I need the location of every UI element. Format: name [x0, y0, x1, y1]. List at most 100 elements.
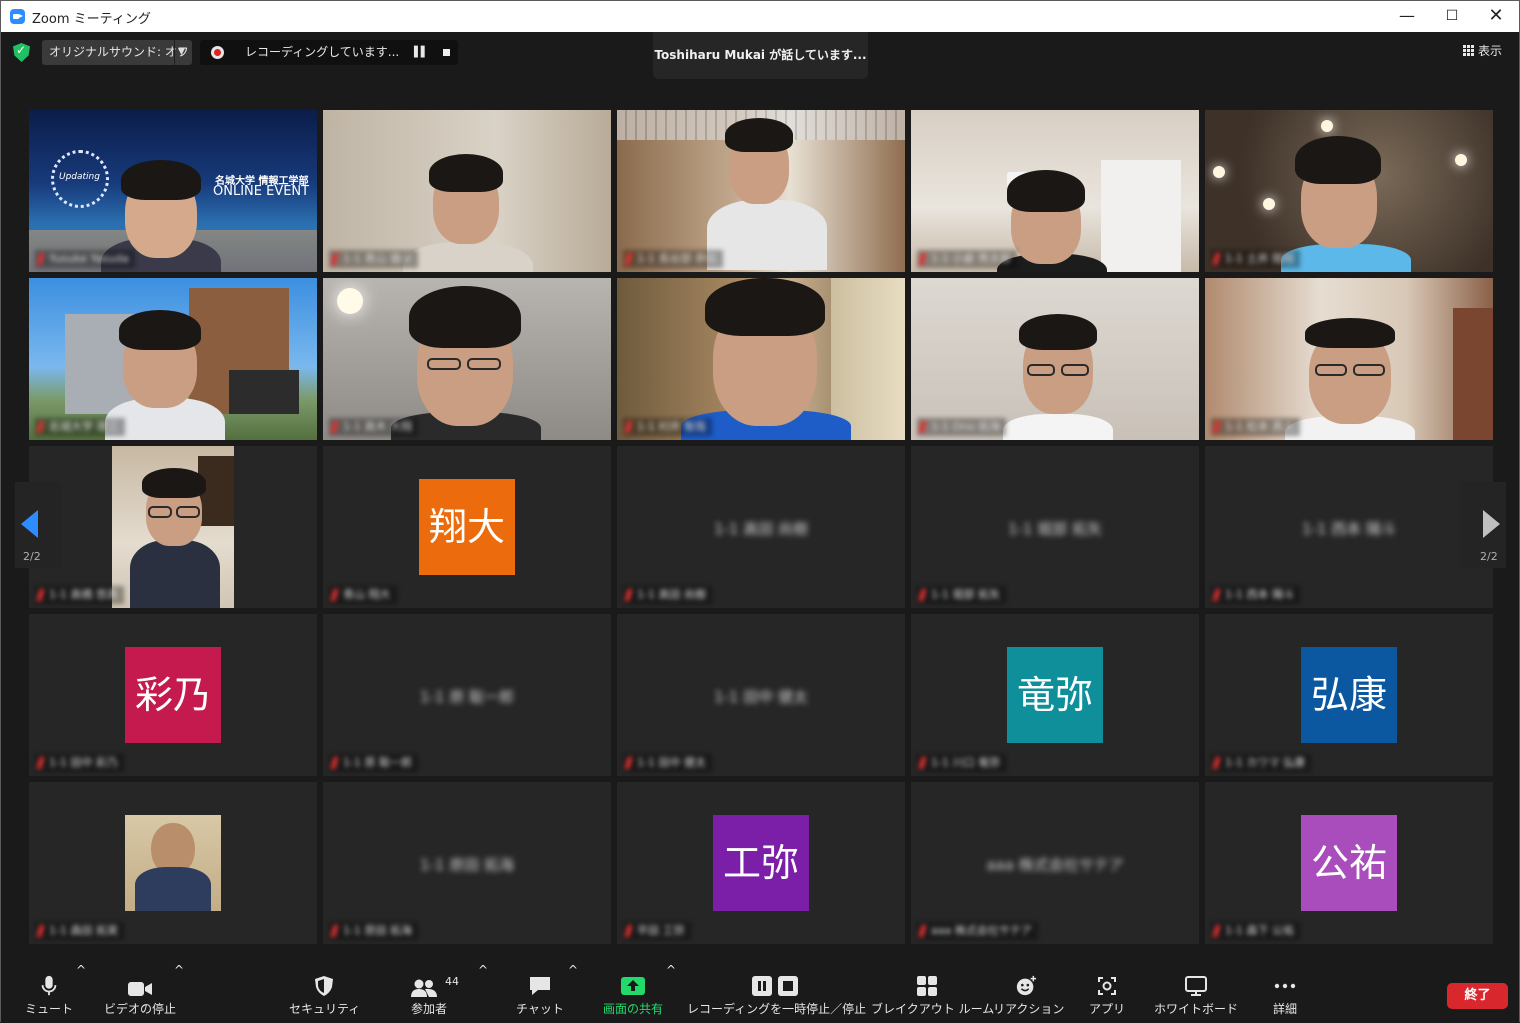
microphone-icon [41, 975, 57, 996]
share-screen-button[interactable]: 画面の共有 [597, 963, 669, 1022]
video-tile[interactable]: 1-1 西本 陽斗 1-1 西本 陽斗 [1205, 446, 1493, 608]
chevron-right-icon [1483, 510, 1500, 538]
participant-video [112, 446, 234, 608]
encryption-shield-icon[interactable] [13, 43, 30, 62]
participant-avatar: 翔大 [419, 479, 515, 575]
stop-video-label: ビデオの停止 [103, 1002, 176, 1016]
video-tile[interactable]: 1-1 高木 大翔 [323, 278, 611, 440]
video-tile[interactable]: 1-1 原田 拓海 1-1 原田 拓海 [323, 782, 611, 944]
pause-recording-icon[interactable]: ▌▌ [414, 40, 428, 65]
share-options-chevron-icon[interactable]: ^ [665, 963, 677, 1022]
apps-icon [1098, 977, 1116, 995]
security-button[interactable]: セキュリティ [289, 963, 360, 1022]
chat-label: チャット [516, 1002, 564, 1016]
logo-text: Updating [59, 172, 100, 182]
share-screen-label: 画面の共有 [602, 1002, 663, 1016]
video-tile[interactable]: 1-1 村井 智哉 [617, 278, 905, 440]
participant-name-center: 1-1 高田 尚樹 [713, 520, 809, 538]
chat-bubble-icon [530, 977, 550, 995]
video-feed [323, 278, 611, 440]
breakout-rooms-button[interactable]: ブレイクアウト ルーム [871, 963, 994, 1022]
grid-icon [1463, 45, 1474, 56]
participant-name: 1-1 堀部 拓矢 [917, 586, 1006, 604]
pause-stop-recording-button[interactable]: レコーディングを一時停止／停止 [687, 963, 866, 1022]
end-meeting-button[interactable]: 終了 [1447, 983, 1508, 1009]
participants-options-chevron-icon[interactable]: ^ [477, 963, 489, 1022]
video-tile[interactable]: 1-1 原 聡一郎 1-1 原 聡一郎 [323, 614, 611, 776]
view-button[interactable]: 表示 [1463, 42, 1502, 59]
video-tile[interactable]: 1-1 松本 真人 [1205, 278, 1493, 440]
whiteboard-label: ホワイトボード [1153, 1002, 1238, 1016]
mute-button[interactable]: ミュート [21, 963, 77, 1022]
video-camera-icon [128, 982, 152, 996]
participant-name-center: 1-1 西本 陽斗 [1301, 520, 1397, 538]
video-options-chevron-icon[interactable]: ^ [173, 963, 185, 1022]
video-tile[interactable]: 彩乃 1-1 田中 彩乃 [29, 614, 317, 776]
participant-name: 1-1 森下 公祐 [1211, 922, 1300, 940]
participant-name: 1-1 田中 健太 [623, 754, 712, 772]
whiteboard-button[interactable]: ホワイトボード [1151, 963, 1241, 1022]
chevron-down-icon[interactable]: ▼ [178, 40, 185, 65]
video-tile[interactable]: 弘康 1-1 カワマ 弘康 [1205, 614, 1493, 776]
participant-count: 44 [445, 975, 459, 988]
participant-name: 青山 翔大 [329, 586, 397, 604]
recording-label: レコーディングしています... [245, 45, 400, 59]
video-tile[interactable]: 名城大学 理工 [29, 278, 317, 440]
video-tile[interactable]: 1-1 高田 尚樹 1-1 高田 尚樹 [617, 446, 905, 608]
video-feed [1205, 278, 1493, 440]
video-tile[interactable]: 1-1 長谷部 恭佑 [617, 110, 905, 272]
participant-name: 1-1 カワマ 弘康 [1211, 754, 1311, 772]
pause-stop-icon [752, 976, 798, 996]
participant-name: 1-1 原 聡一郎 [329, 754, 418, 772]
participant-name: 1-1 長谷部 恭佑 [623, 250, 723, 268]
video-tile[interactable]: 1-1 Ono 拓海 [911, 278, 1199, 440]
apps-button[interactable]: アプリ [1081, 963, 1133, 1022]
video-tile[interactable]: 1-1 土井 陸翔 [1205, 110, 1493, 272]
video-tile[interactable]: 1-1 田中 健太 1-1 田中 健太 [617, 614, 905, 776]
original-sound-toggle[interactable]: オリジナルサウンド: オフ ▼ [42, 40, 192, 65]
next-page-button[interactable]: 2/2 [1460, 482, 1506, 568]
video-tile[interactable]: 1-1 青山 雄斗 [323, 110, 611, 272]
video-tile[interactable]: 竜弥 1-1 川口 竜弥 [911, 614, 1199, 776]
video-tile[interactable]: 工弥 平田 工弥 [617, 782, 905, 944]
participant-name: 平田 工弥 [623, 922, 691, 940]
video-feed [29, 278, 317, 440]
video-tile[interactable]: aaa 株式会社サテア aaa 株式会社サテア [911, 782, 1199, 944]
participants-button[interactable]: 44 参加者 [399, 963, 459, 1022]
participant-name: 1-1 村井 智哉 [623, 418, 712, 436]
video-tile[interactable]: 翔大 青山 翔大 [323, 446, 611, 608]
previous-page-button[interactable]: 2/2 [15, 482, 61, 568]
chevron-left-icon [21, 510, 38, 538]
reactions-button[interactable]: リアクション [993, 963, 1064, 1022]
chat-button[interactable]: チャット [511, 963, 569, 1022]
video-tile[interactable]: Updating 名城大学 情報工学部 ONLINE EVENT Yusuke … [29, 110, 317, 272]
meeting-top-bar: オリジナルサウンド: オフ ▼ レコーディングしています... ▌▌ Toshi… [1, 32, 1519, 79]
stop-recording-icon[interactable] [443, 49, 450, 56]
video-feed [911, 110, 1199, 272]
video-tile[interactable]: 1-1 高橋 悠真 [29, 446, 317, 608]
divider [174, 40, 175, 65]
video-feed [617, 278, 905, 440]
video-tile[interactable]: 1-1 小倉 秀太郎 [911, 110, 1199, 272]
security-shield-icon [315, 976, 333, 996]
participant-name: 1-1 小倉 秀太郎 [917, 250, 1017, 268]
participant-avatar: 弘康 [1301, 647, 1397, 743]
active-speaker-banner: Toshiharu Mukai が話しています... [653, 32, 868, 79]
video-tile[interactable]: 1-1 堀部 拓矢 1-1 堀部 拓矢 [911, 446, 1199, 608]
video-tile[interactable]: 1-1 森田 拓実 [29, 782, 317, 944]
chat-options-chevron-icon[interactable]: ^ [567, 963, 579, 1022]
participant-avatar: 公祐 [1301, 815, 1397, 911]
more-button[interactable]: 詳細 [1259, 963, 1311, 1022]
video-feed [1205, 110, 1493, 272]
audio-options-chevron-icon[interactable]: ^ [75, 963, 87, 1022]
stop-video-button[interactable]: ビデオの停止 [101, 963, 179, 1022]
participant-name: 1-1 原田 拓海 [329, 922, 418, 940]
video-feed [617, 110, 905, 272]
video-tile[interactable]: 公祐 1-1 森下 公祐 [1205, 782, 1493, 944]
participants-icon [411, 979, 438, 997]
participant-avatar: 工弥 [713, 815, 809, 911]
more-label: 詳細 [1272, 1002, 1297, 1016]
participant-name: 1-1 川口 竜弥 [917, 754, 1006, 772]
participant-name: 1-1 西本 陽斗 [1211, 586, 1300, 604]
participant-name: 1-1 田中 彩乃 [35, 754, 124, 772]
